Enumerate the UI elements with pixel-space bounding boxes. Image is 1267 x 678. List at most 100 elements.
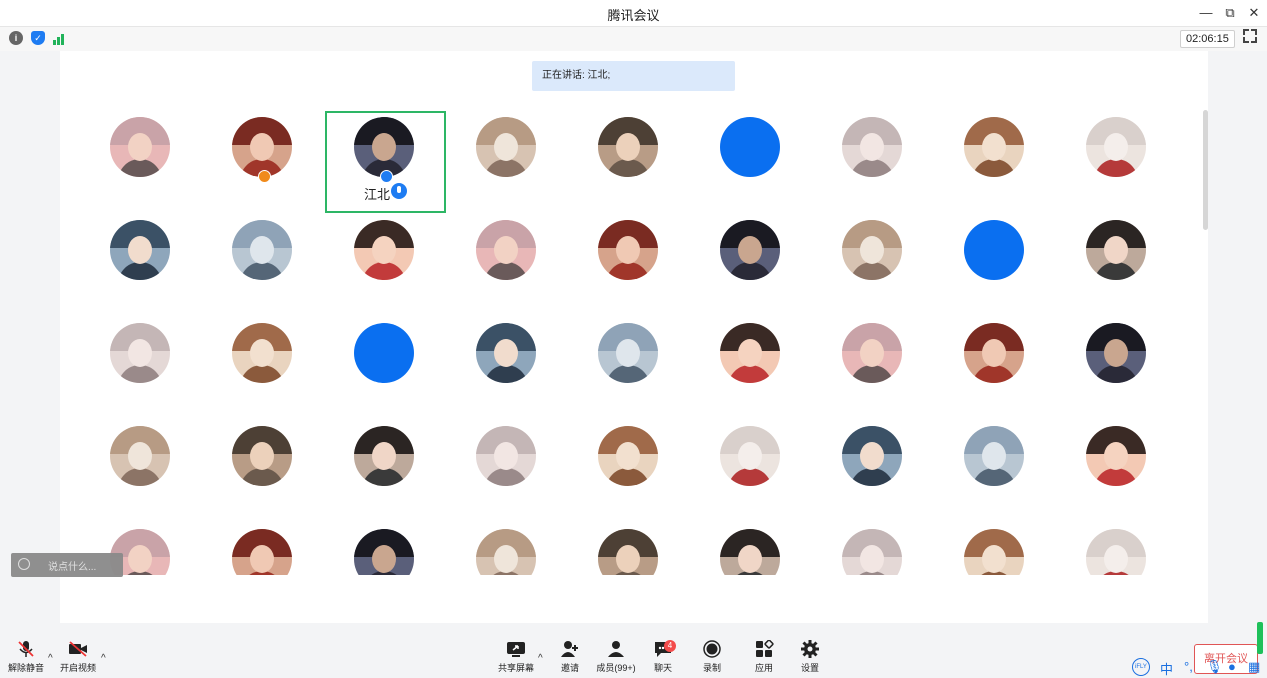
info-icon[interactable]: i (9, 31, 23, 45)
participant-avatar (720, 220, 780, 280)
participant-tile[interactable] (812, 414, 932, 514)
participant-avatar (232, 426, 292, 486)
ime-punct-icon[interactable]: °, (1184, 659, 1193, 674)
invite-icon (560, 640, 580, 657)
fullscreen-icon[interactable] (1243, 29, 1257, 43)
participant-tile[interactable] (812, 311, 932, 411)
chat-input[interactable]: 说点什么... (11, 553, 123, 577)
participant-tile[interactable] (1056, 208, 1176, 308)
participant-tile[interactable] (568, 414, 688, 514)
participant-avatar (476, 426, 536, 486)
participant-avatar (964, 323, 1024, 383)
participant-tile[interactable] (1056, 517, 1176, 575)
participant-tile[interactable] (202, 414, 322, 514)
participant-tile[interactable] (446, 105, 566, 205)
ime-logo-icon[interactable]: iFLY (1132, 658, 1150, 676)
participant-tile[interactable] (324, 208, 444, 308)
participant-avatar (598, 529, 658, 575)
participant-avatar (354, 323, 414, 383)
participant-tile[interactable] (80, 414, 200, 514)
participant-tile[interactable] (324, 311, 444, 411)
video-options-chevron-icon[interactable]: ^ (101, 653, 106, 664)
participant-tile[interactable] (812, 105, 932, 205)
apps-button[interactable]: 应用 (738, 639, 790, 674)
participant-tile[interactable] (202, 105, 322, 205)
participant-tile[interactable] (934, 311, 1054, 411)
active-speaker-name: 江北 (364, 187, 391, 202)
participant-avatar (110, 426, 170, 486)
participant-avatar (232, 117, 292, 177)
participant-avatar (354, 529, 414, 575)
chat-label: 聊天 (653, 663, 672, 673)
participant-avatar (842, 426, 902, 486)
volume-level-bar (1257, 622, 1263, 654)
ime-voice-icon[interactable]: 🎙 (1206, 659, 1223, 675)
participant-tile[interactable] (934, 414, 1054, 514)
participant-tile[interactable] (690, 208, 810, 308)
participant-tile[interactable] (80, 105, 200, 205)
participant-tile[interactable] (324, 414, 444, 514)
participant-tile[interactable] (690, 311, 810, 411)
apps-label: 应用 (754, 663, 773, 673)
participant-avatar (1086, 426, 1146, 486)
participant-tile[interactable] (568, 311, 688, 411)
participant-tile[interactable] (568, 517, 688, 575)
mic-icon (391, 183, 407, 199)
participant-tile[interactable] (934, 208, 1054, 308)
chat-button[interactable]: 聊天 (637, 640, 689, 674)
participant-tile[interactable] (568, 105, 688, 205)
scrollbar[interactable] (1203, 110, 1208, 230)
participant-avatar (476, 529, 536, 575)
participant-avatar (720, 529, 780, 575)
participant-tile[interactable] (202, 208, 322, 308)
speaking-indicator: 正在讲话: 江北; (532, 61, 735, 91)
shield-icon[interactable]: ✓ (31, 31, 45, 45)
participant-tile[interactable] (202, 517, 322, 575)
participant-tile[interactable] (934, 517, 1054, 575)
share-screen-button[interactable]: 共享屏幕 (490, 640, 542, 674)
minimize-button[interactable]: — (1195, 3, 1217, 23)
participant-tile[interactable] (568, 208, 688, 308)
participant-tile[interactable] (1056, 414, 1176, 514)
unmute-button[interactable]: 解除静音 (0, 640, 52, 674)
participant-tile[interactable] (690, 517, 810, 575)
record-button[interactable]: 录制 (686, 640, 738, 674)
participant-tile[interactable] (446, 414, 566, 514)
close-button[interactable]: ✕ (1243, 3, 1265, 23)
host-badge-icon (258, 170, 271, 183)
emoji-icon[interactable] (18, 558, 30, 570)
signal-icon[interactable] (52, 31, 68, 45)
participant-avatar (1086, 529, 1146, 575)
participant-tile[interactable] (324, 517, 444, 575)
participant-tile[interactable] (80, 311, 200, 411)
share-screen-icon (506, 640, 526, 657)
participant-tile[interactable] (690, 105, 810, 205)
participant-avatar (964, 426, 1024, 486)
members-button[interactable]: 成员(99+) (590, 640, 642, 674)
settings-button[interactable]: 设置 (784, 640, 836, 674)
participant-tile[interactable] (1056, 311, 1176, 411)
participant-tile[interactable] (812, 208, 932, 308)
participant-tile[interactable] (812, 517, 932, 575)
invite-button[interactable]: 邀请 (544, 640, 596, 674)
participant-avatar (720, 117, 780, 177)
ime-user-icon[interactable]: ● (1228, 659, 1236, 674)
start-video-label: 开启视频 (59, 663, 96, 673)
participant-avatar (842, 323, 902, 383)
restore-button[interactable]: ⧉ (1219, 3, 1241, 23)
unmute-label: 解除静音 (7, 663, 44, 673)
participant-tile[interactable] (1056, 105, 1176, 205)
meeting-timer: 02:06:15 (1180, 30, 1235, 48)
participant-tile[interactable] (202, 311, 322, 411)
start-video-button[interactable]: 开启视频 (52, 640, 104, 674)
participant-tile[interactable] (446, 517, 566, 575)
participant-tile[interactable] (446, 208, 566, 308)
participant-tile[interactable] (80, 208, 200, 308)
ime-lang-toggle[interactable]: 中 (1160, 659, 1173, 678)
ime-menu-icon[interactable]: ▦ (1248, 659, 1260, 675)
share-options-chevron-icon[interactable]: ^ (538, 653, 543, 664)
participant-avatar (1086, 220, 1146, 280)
participant-tile[interactable] (934, 105, 1054, 205)
participant-tile[interactable] (690, 414, 810, 514)
participant-tile[interactable] (446, 311, 566, 411)
